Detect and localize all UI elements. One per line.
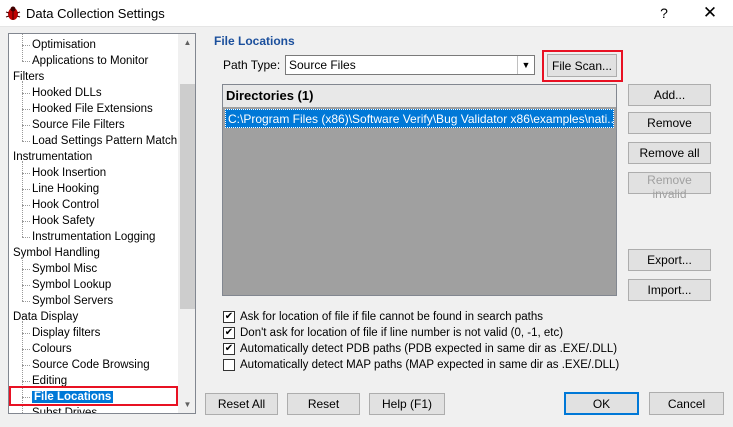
tree-item[interactable]: Editing (21, 373, 68, 389)
reset-button[interactable]: Reset (287, 393, 360, 415)
cancel-button[interactable]: Cancel (649, 392, 724, 415)
tree-item[interactable]: File Locations (21, 389, 114, 405)
directories-header: Directories (1) (223, 85, 616, 107)
checkbox-checked[interactable]: ✔ (223, 327, 235, 339)
checkbox-checked[interactable]: ✔ (223, 311, 235, 323)
tree-item-label: Symbol Servers (32, 295, 114, 307)
tree-connector (22, 257, 23, 301)
remove-button[interactable]: Remove (628, 112, 711, 134)
tree-item[interactable]: Symbol Misc (21, 261, 98, 277)
tree-item[interactable]: Load Settings Pattern Match (21, 133, 178, 149)
tree-item-label: Source File Filters (32, 119, 125, 131)
tree-category[interactable]: Symbol Handling (13, 245, 100, 261)
tree-item-label: Hook Insertion (32, 167, 107, 179)
tree-item-label: Subst Drives (32, 407, 98, 414)
tree-connector (22, 81, 23, 141)
checkbox-label: Ask for location of file if file cannot … (240, 311, 544, 323)
tree-connector (22, 34, 23, 61)
check-mark-icon: ✔ (224, 327, 234, 338)
tree-item[interactable]: Source Code Browsing (22, 357, 150, 373)
check-mark-icon: ✔ (224, 311, 234, 322)
directories-list[interactable]: Directories (1) C:\Program Files (x86)\S… (222, 84, 617, 296)
close-icon[interactable]: ✕ (695, 1, 725, 25)
tree-item-label: Symbol Handling (13, 247, 100, 259)
file-scan-button[interactable]: File Scan... (547, 54, 617, 77)
tree-item-label: Symbol Misc (32, 263, 98, 275)
tree-item-label: Filters (13, 71, 45, 83)
reset-all-button[interactable]: Reset All (205, 393, 278, 415)
tree-item[interactable]: Source File Filters (22, 117, 125, 133)
ok-button[interactable]: OK (564, 392, 639, 415)
directory-item[interactable]: C:\Program Files (x86)\Software Verify\B… (225, 109, 614, 128)
import-button[interactable]: Import... (628, 279, 711, 301)
tree-category[interactable]: Filters (13, 69, 44, 85)
tree-connector (22, 161, 23, 237)
tree-item[interactable]: Symbol Servers (21, 293, 114, 309)
tree-item-label: Symbol Lookup (32, 279, 112, 291)
help-icon[interactable]: ? (652, 3, 676, 23)
tree-item-label: Hook Safety (32, 215, 95, 227)
tree-category[interactable]: Instrumentation (13, 149, 92, 165)
tree-scrollbar[interactable]: ▲ ▼ (178, 34, 195, 413)
checkbox-label: Automatically detect PDB paths (PDB expe… (240, 343, 618, 355)
tree-item-label: Instrumentation (13, 151, 93, 163)
bug-app-icon (5, 6, 21, 20)
tree-item[interactable]: Hook Insertion (21, 165, 107, 181)
chevron-down-icon[interactable]: ▼ (517, 56, 534, 74)
path-type-label: Path Type: (223, 58, 281, 72)
tree-item-label: Optimisation (32, 39, 96, 51)
tree-item-label: Hook Control (32, 199, 100, 211)
tree-item[interactable]: Hooked DLLs (22, 85, 102, 101)
tree-item-label: Editing (32, 375, 68, 387)
tree-item-label: Source Code Browsing (32, 359, 150, 371)
checkbox-unchecked[interactable] (223, 359, 235, 371)
checkbox-label: Don't ask for location of file if line n… (240, 327, 564, 339)
path-type-select[interactable]: Source Files ▼ (285, 55, 535, 75)
tree-item[interactable]: Hooked File Extensions (22, 101, 153, 117)
tree-item-label: Applications to Monitor (32, 55, 149, 67)
tree-item-label: Load Settings Pattern Match (32, 135, 178, 147)
window-title: Data Collection Settings (26, 6, 165, 21)
scroll-up-icon[interactable]: ▲ (179, 34, 195, 51)
tree-item[interactable]: Optimisation (22, 37, 96, 53)
tree-item[interactable]: Instrumentation Logging (21, 229, 156, 245)
check-mark-icon: ✔ (224, 343, 234, 354)
checkbox-label: Automatically detect MAP paths (MAP expe… (240, 359, 620, 371)
remove-all-button[interactable]: Remove all (628, 142, 711, 164)
tree-item-label: Colours (32, 343, 72, 355)
tree-item[interactable]: Applications to Monitor (21, 53, 149, 69)
scroll-down-icon[interactable]: ▼ (179, 396, 195, 413)
tree-item[interactable]: Hook Control (21, 197, 100, 213)
path-type-value: Source Files (289, 58, 356, 72)
tree-item[interactable]: Colours (22, 341, 72, 357)
tree-item-label: File Locations (32, 391, 114, 403)
tree-item-label: Instrumentation Logging (32, 231, 156, 243)
title-bar: Data Collection Settings ? ✕ (0, 0, 733, 27)
tree-item-label: Line Hooking (32, 183, 100, 195)
help-button[interactable]: Help (F1) (369, 393, 445, 415)
tree-item[interactable]: Line Hooking (21, 181, 100, 197)
tree-item[interactable]: Hook Safety (22, 213, 95, 229)
export-button[interactable]: Export... (628, 249, 711, 271)
checkbox-checked[interactable]: ✔ (223, 343, 235, 355)
section-title: File Locations (214, 34, 295, 48)
add-button[interactable]: Add... (628, 84, 711, 106)
tree-item[interactable]: Display filters (21, 325, 101, 341)
tree-item-label: Hooked File Extensions (32, 103, 153, 115)
remove-invalid-button[interactable]: Remove invalid (628, 172, 711, 201)
scroll-thumb[interactable] (180, 84, 195, 309)
tree-item-label: Hooked DLLs (32, 87, 102, 99)
tree-item[interactable]: Symbol Lookup (21, 277, 112, 293)
tree-item[interactable]: Subst Drives (32, 405, 98, 414)
tree-connector (22, 321, 23, 413)
settings-tree[interactable]: Optimisation Applications to Monitor Filte… (8, 33, 196, 414)
tree-item-label: Display filters (32, 327, 101, 339)
